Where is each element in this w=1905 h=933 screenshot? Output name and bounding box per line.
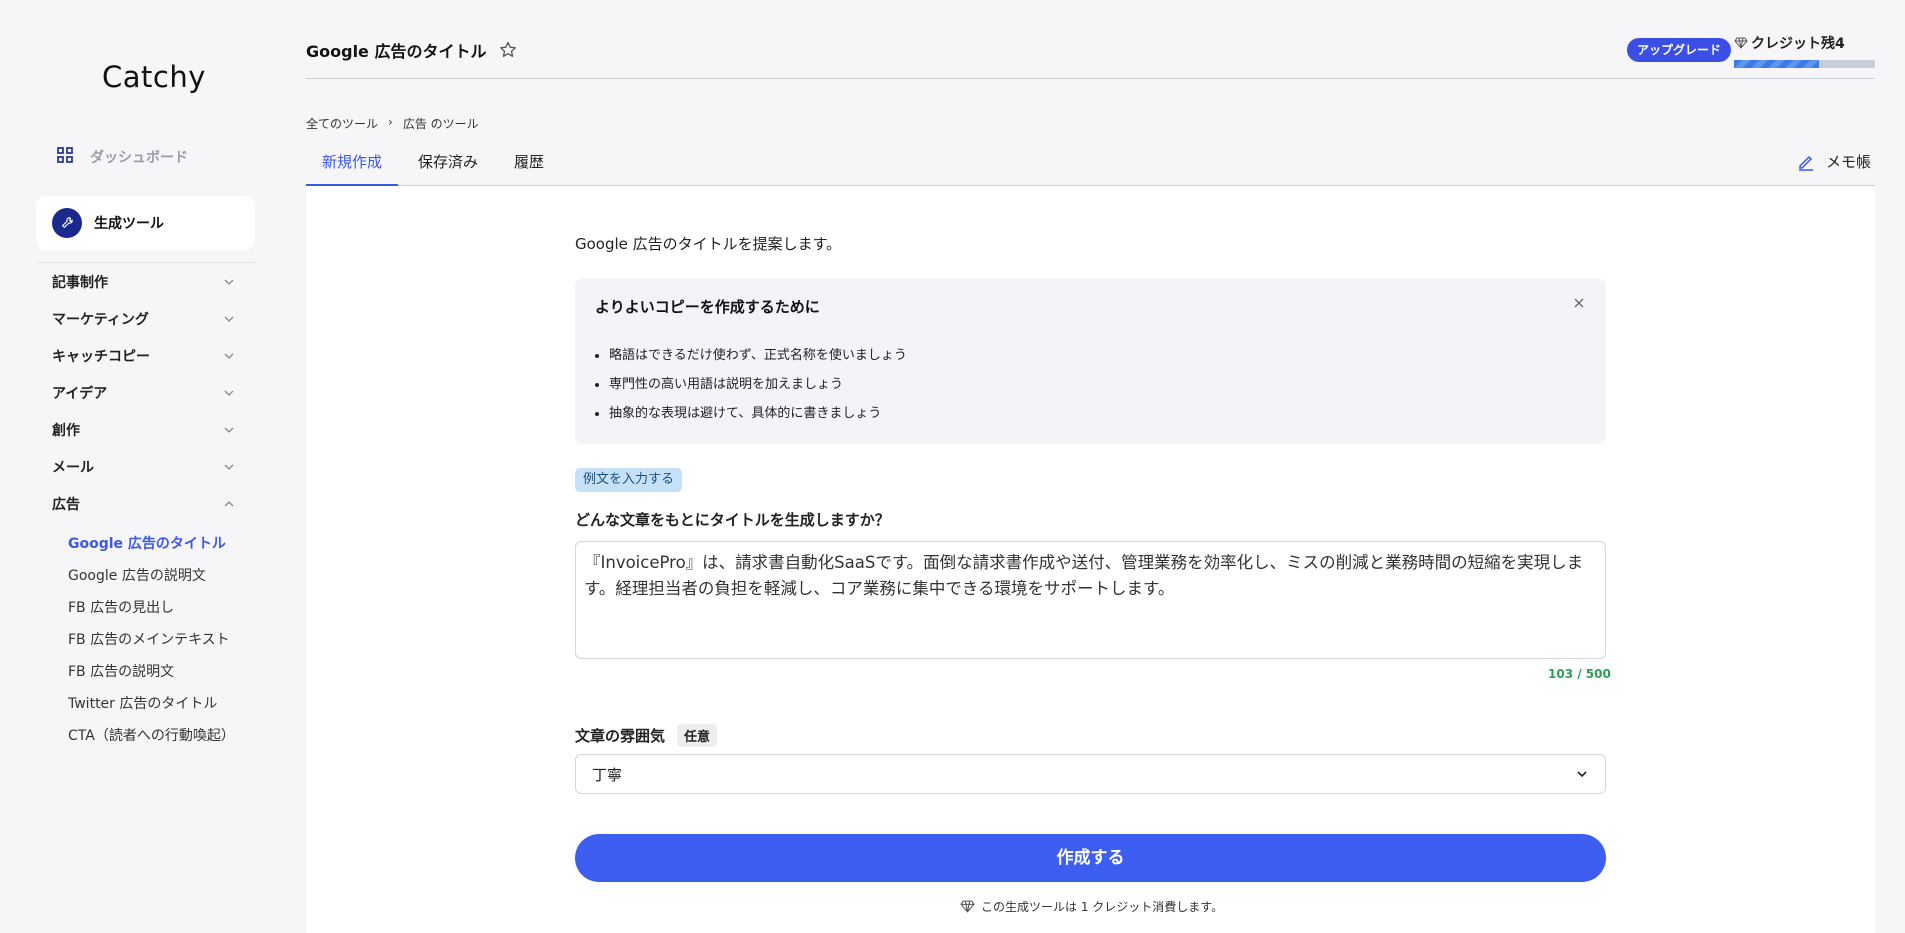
credit-progress-bar <box>1734 60 1875 68</box>
app-logo[interactable]: Catchy <box>102 60 206 94</box>
sidebar-subitem[interactable]: FB 広告の説明文 <box>68 661 174 681</box>
breadcrumb-current[interactable]: 広告 のツール <box>403 115 479 132</box>
character-counter: 103 / 500 <box>1548 667 1611 681</box>
chevron-down-icon <box>1577 771 1587 778</box>
credit-note-text: この生成ツールは 1 クレジット消費します。 <box>981 900 1224 914</box>
sidebar-category[interactable]: マーケティング <box>52 309 235 329</box>
category-label: マーケティング <box>52 312 149 328</box>
breadcrumb-separator: › <box>388 115 393 129</box>
chevron-up-icon <box>224 501 234 507</box>
upgrade-button[interactable]: アップグレード <box>1627 38 1732 62</box>
header-divider <box>306 78 1875 79</box>
category-label: 広告 <box>52 497 80 513</box>
tone-selected-value: 丁寧 <box>592 765 623 784</box>
sidebar-subitem[interactable]: Google 広告の説明文 <box>68 565 206 585</box>
wrench-icon <box>52 208 82 238</box>
tips-box: よりよいコピーを作成するために 略語はできるだけ使わず、正式名称を使いましょう … <box>575 278 1606 444</box>
diamond-icon <box>960 900 975 913</box>
tab-new[interactable]: 新規作成 <box>306 150 399 186</box>
star-icon[interactable] <box>498 40 518 60</box>
sidebar-subitem[interactable]: Google 広告のタイトル <box>68 533 226 553</box>
sidebar-category[interactable]: キャッチコピー <box>52 346 235 366</box>
input-label: どんな文章をもとにタイトルを生成しますか？ <box>575 511 890 529</box>
sidebar-category[interactable]: アイデア <box>52 383 235 403</box>
create-button[interactable]: 作成する <box>575 834 1606 882</box>
category-label: メール <box>52 460 94 476</box>
dashboard-icon <box>56 146 74 168</box>
diamond-icon <box>1734 37 1748 49</box>
chevron-down-icon <box>224 316 234 322</box>
tips-title: よりよいコピーを作成するために <box>595 298 820 316</box>
chevron-down-icon <box>224 279 234 285</box>
tone-select[interactable]: 丁寧 <box>575 754 1606 794</box>
sidebar-item-label: 生成ツール <box>94 216 164 232</box>
chevron-down-icon <box>224 464 234 470</box>
tip-item: 略語はできるだけ使わず、正式名称を使いましょう <box>609 344 907 373</box>
credit-label: クレジット残4 <box>1751 36 1845 52</box>
breadcrumb-root[interactable]: 全てのツール <box>306 115 378 132</box>
tip-item: 抽象的な表現は避けて、具体的に書きましょう <box>609 402 907 431</box>
category-label: 記事制作 <box>52 275 108 291</box>
sidebar-item-generator[interactable]: 生成ツール <box>36 196 255 250</box>
chevron-down-icon <box>224 427 234 433</box>
close-icon[interactable] <box>1570 294 1588 312</box>
tips-list: 略語はできるだけ使わず、正式名称を使いましょう 専門性の高い用語は説明を加えまし… <box>609 344 907 431</box>
tab-bar: 新規作成 保存済み 履歴 <box>306 150 1875 186</box>
credit-progress-fill <box>1734 60 1819 68</box>
credit-note: この生成ツールは 1 クレジット消費します。 <box>960 898 1223 915</box>
breadcrumb: 全てのツール › 広告 のツール <box>306 115 479 132</box>
pencil-icon <box>1799 155 1813 171</box>
sidebar: Catchy ダッシュボード 生成ツール 記事制作 マーケティング キャッチコピ… <box>0 0 290 933</box>
sidebar-divider <box>36 262 255 263</box>
sidebar-category[interactable]: 広告 <box>52 494 235 514</box>
tone-label: 文章の雰囲気 任意 <box>575 724 718 747</box>
memo-button[interactable]: メモ帳 <box>1796 151 1871 172</box>
sidebar-subitem[interactable]: CTA（読者への行動喚起） <box>68 725 235 745</box>
tip-item: 専門性の高い用語は説明を加えましょう <box>609 373 907 402</box>
category-label: キャッチコピー <box>52 349 150 365</box>
sidebar-item-dashboard[interactable]: ダッシュボード <box>56 146 188 168</box>
tab-history[interactable]: 履歴 <box>498 150 560 186</box>
sidebar-category[interactable]: 創作 <box>52 420 235 440</box>
insert-example-button[interactable]: 例文を入力する <box>575 468 683 492</box>
credit-indicator: クレジット残4 <box>1734 33 1845 53</box>
page-title: Google 広告のタイトル <box>306 42 487 61</box>
source-text-input[interactable]: 『InvoicePro』は、請求書自動化SaaSです。面倒な請求書作成や送付、管… <box>575 541 1606 659</box>
chevron-down-icon <box>224 353 234 359</box>
page-header: Google 広告のタイトル <box>306 38 518 62</box>
category-label: 創作 <box>52 423 80 439</box>
optional-badge: 任意 <box>677 724 718 747</box>
tone-label-text: 文章の雰囲気 <box>575 727 666 745</box>
tool-description: Google 広告のタイトルを提案します。 <box>575 235 842 253</box>
sidebar-category[interactable]: 記事制作 <box>52 272 235 292</box>
chevron-down-icon <box>224 390 234 396</box>
sidebar-subitem[interactable]: FB 広告の見出し <box>68 597 174 617</box>
sidebar-item-label: ダッシュボード <box>90 150 188 166</box>
sidebar-subitem[interactable]: Twitter 広告のタイトル <box>68 693 217 713</box>
sidebar-category[interactable]: メール <box>52 457 235 477</box>
sidebar-subitem[interactable]: FB 広告のメインテキスト <box>68 629 230 649</box>
category-label: アイデア <box>52 386 108 402</box>
tab-saved[interactable]: 保存済み <box>402 150 494 186</box>
memo-label: メモ帳 <box>1826 153 1872 171</box>
